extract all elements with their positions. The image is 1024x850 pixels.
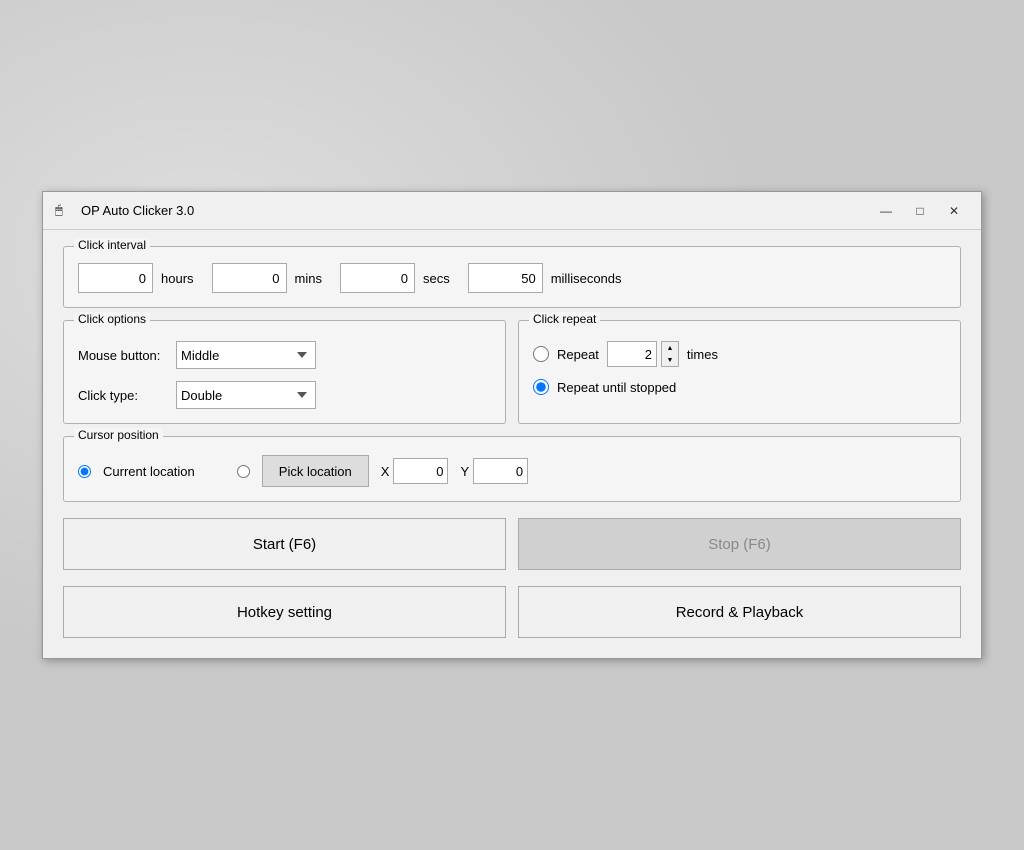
click-interval-label: Click interval: [74, 238, 150, 252]
mouse-button-row: Mouse button: Left Middle Right: [78, 341, 491, 369]
repeat-count-input[interactable]: [607, 341, 657, 367]
middle-section: Click options Mouse button: Left Middle …: [63, 320, 961, 424]
spin-down-button[interactable]: ▼: [662, 354, 678, 366]
secs-label: secs: [423, 271, 450, 286]
x-label: X: [381, 464, 390, 479]
y-coord-group: Y: [460, 458, 528, 484]
minimize-button[interactable]: —: [871, 200, 901, 222]
cursor-position-label: Cursor position: [74, 428, 163, 442]
y-input[interactable]: [473, 458, 528, 484]
app-icon: 🖱: [55, 202, 73, 220]
click-interval-group: Click interval hours mins secs milliseco…: [63, 246, 961, 308]
close-button[interactable]: ✕: [939, 200, 969, 222]
spin-up-button[interactable]: ▲: [662, 342, 678, 354]
repeat-until-radio[interactable]: [533, 379, 549, 395]
click-options-label: Click options: [74, 312, 150, 326]
current-location-radio[interactable]: [78, 465, 91, 478]
mouse-button-select[interactable]: Left Middle Right: [176, 341, 316, 369]
mouse-button-label: Mouse button:: [78, 348, 168, 363]
repeat-until-row: Repeat until stopped: [533, 379, 946, 395]
title-bar: 🖱 OP Auto Clicker 3.0 — □ ✕: [43, 192, 981, 230]
mins-label: mins: [295, 271, 322, 286]
repeat-row: Repeat ▲ ▼ times: [533, 341, 946, 367]
hotkey-record-row: Hotkey setting Record & Playback: [63, 586, 961, 638]
record-button[interactable]: Record & Playback: [518, 586, 961, 638]
window-title: OP Auto Clicker 3.0: [81, 203, 863, 218]
stop-button: Stop (F6): [518, 518, 961, 570]
x-coord-group: X: [381, 458, 449, 484]
hours-label: hours: [161, 271, 194, 286]
start-button[interactable]: Start (F6): [63, 518, 506, 570]
times-label: times: [687, 347, 718, 362]
hotkey-button[interactable]: Hotkey setting: [63, 586, 506, 638]
cursor-position-group: Cursor position Current location Pick lo…: [63, 436, 961, 502]
click-type-label: Click type:: [78, 388, 168, 403]
ms-label: milliseconds: [551, 271, 622, 286]
pick-location-button[interactable]: Pick location: [262, 455, 369, 487]
maximize-button[interactable]: □: [905, 200, 935, 222]
spin-buttons: ▲ ▼: [661, 341, 679, 367]
repeat-input-wrap: ▲ ▼: [607, 341, 679, 367]
current-location-label: Current location: [103, 464, 195, 479]
start-stop-row: Start (F6) Stop (F6): [63, 518, 961, 570]
x-input[interactable]: [393, 458, 448, 484]
click-repeat-group: Click repeat Repeat ▲ ▼ times Re: [518, 320, 961, 424]
mins-input[interactable]: [212, 263, 287, 293]
ms-input[interactable]: [468, 263, 543, 293]
hours-input[interactable]: [78, 263, 153, 293]
y-label: Y: [460, 464, 469, 479]
click-type-row: Click type: Single Double Triple: [78, 381, 491, 409]
click-repeat-label: Click repeat: [529, 312, 600, 326]
cursor-row: Current location Pick location X Y: [78, 455, 946, 487]
main-window: 🖱 OP Auto Clicker 3.0 — □ ✕ Click interv…: [42, 191, 982, 659]
pick-location-radio[interactable]: [237, 465, 250, 478]
repeat-radio[interactable]: [533, 346, 549, 362]
click-type-select[interactable]: Single Double Triple: [176, 381, 316, 409]
secs-input[interactable]: [340, 263, 415, 293]
click-options-group: Click options Mouse button: Left Middle …: [63, 320, 506, 424]
repeat-radio-label: Repeat: [557, 347, 599, 362]
repeat-until-label: Repeat until stopped: [557, 380, 676, 395]
window-controls: — □ ✕: [871, 200, 969, 222]
interval-row: hours mins secs milliseconds: [78, 263, 946, 293]
content-area: Click interval hours mins secs milliseco…: [43, 230, 981, 658]
